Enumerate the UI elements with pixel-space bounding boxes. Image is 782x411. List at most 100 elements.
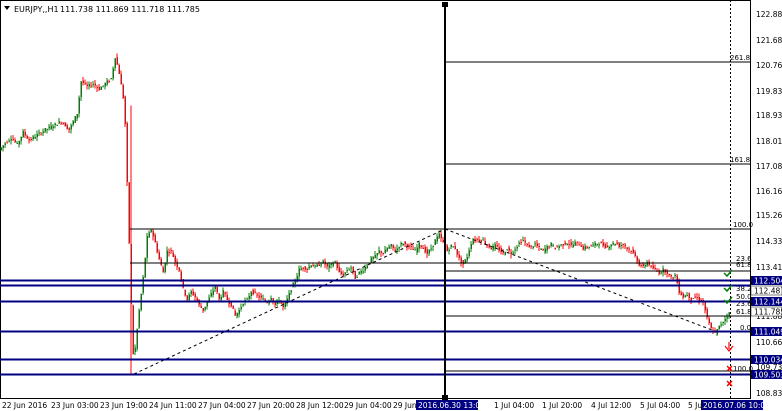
crosshair-handle-top[interactable]	[442, 2, 448, 7]
current-time-badge: 2016.07.06 10:00	[703, 401, 770, 410]
candle-body	[98, 86, 100, 91]
candle-body	[386, 248, 388, 252]
candle-body	[172, 252, 174, 257]
price-badge: 109.503	[754, 371, 782, 380]
candle-body	[362, 271, 364, 273]
candle-body	[162, 267, 164, 273]
candle-body	[58, 121, 60, 124]
price-chart[interactable]: 261.8 161.8 100.0 23.6 61.8 38.2 50.0 23…	[0, 0, 782, 411]
candle-body	[186, 295, 188, 301]
candle-body	[538, 246, 540, 248]
candle-body	[426, 249, 428, 255]
candle-body	[40, 133, 42, 135]
price-label: 108.835	[756, 389, 782, 398]
candle-body	[30, 138, 32, 140]
candle-body	[334, 261, 336, 263]
candle-body	[472, 241, 474, 245]
candle-body	[156, 243, 158, 253]
candle-body	[480, 240, 482, 242]
candle-body	[526, 244, 528, 246]
candle-body	[446, 245, 448, 252]
candle-body	[70, 124, 72, 130]
candle-body	[494, 244, 496, 248]
candle-body	[122, 84, 124, 98]
candle-body	[424, 247, 426, 253]
candle-body	[312, 264, 314, 267]
candle-body	[576, 241, 578, 243]
candle-body	[556, 246, 558, 248]
candle-body	[484, 240, 486, 244]
candle-body	[514, 249, 516, 251]
price-label: 117.085	[756, 162, 782, 171]
price-label: 113.410	[756, 263, 782, 272]
candle-body	[124, 96, 126, 125]
candle-body	[258, 295, 260, 298]
candle-body	[284, 302, 286, 307]
candle-body	[20, 136, 22, 141]
candle-body	[344, 272, 346, 275]
price-badge: 111.049	[754, 328, 782, 337]
candle-body	[652, 265, 654, 269]
time-label: 1 Jul 04:00	[494, 401, 534, 410]
candle-body	[248, 296, 250, 299]
candle-body	[618, 243, 620, 247]
candle-body	[176, 261, 178, 267]
candle-body	[470, 244, 472, 249]
candle-body	[644, 265, 646, 267]
candle-body	[504, 252, 506, 256]
candle-body	[720, 324, 722, 326]
price-badge: 110.034	[754, 356, 782, 365]
candle-body	[234, 311, 236, 316]
candle-body	[414, 249, 416, 251]
crosshair-handle-bottom[interactable]	[442, 395, 448, 400]
time-label: 29 Jun	[393, 401, 417, 410]
candle-body	[288, 292, 290, 300]
candle-body	[212, 290, 214, 295]
candle-body	[160, 258, 162, 266]
candle-body	[4, 143, 6, 146]
candle-body	[408, 245, 410, 247]
candle-body	[178, 267, 180, 271]
candle-body	[290, 290, 292, 293]
candle-body	[112, 68, 114, 79]
candle-body	[150, 229, 152, 233]
candle-body	[540, 249, 542, 251]
candle-body	[174, 255, 176, 263]
candle-body	[598, 244, 600, 246]
candle-body	[24, 131, 26, 136]
candle-body	[402, 243, 404, 245]
candle-body	[390, 244, 392, 247]
candle-body	[118, 65, 120, 74]
candle-body	[28, 139, 30, 141]
candle-body	[50, 125, 52, 129]
candle-body	[350, 267, 352, 269]
time-label: 1 Jul 20:00	[542, 401, 582, 410]
candle-body	[340, 271, 342, 274]
candle-body	[260, 295, 262, 298]
candle-body	[506, 249, 508, 251]
candle-body	[358, 271, 360, 274]
candle-body	[476, 239, 478, 241]
candle-body	[74, 116, 76, 123]
candle-body	[696, 296, 698, 298]
time-axis: 22 Jun 2016 23 Jun 03:00 23 Jun 19:00 24…	[2, 400, 770, 410]
candle-body	[604, 244, 606, 248]
candle-body	[120, 74, 122, 85]
candle-body	[128, 182, 130, 244]
candle-body	[206, 302, 208, 307]
candle-body	[614, 243, 616, 245]
candle-body	[546, 245, 548, 251]
candle-body	[148, 232, 150, 238]
fib-label: 261.8	[730, 54, 750, 62]
candle-body	[270, 298, 272, 301]
candle-body	[562, 244, 564, 246]
candle-body	[108, 80, 110, 82]
price-badge: 111.785	[754, 308, 782, 317]
time-label: 27 Jun 20:00	[247, 401, 295, 410]
candle-body	[194, 293, 196, 298]
candle-body	[620, 245, 622, 247]
candle-body	[398, 246, 400, 249]
candle-body	[434, 239, 436, 246]
candle-body	[670, 274, 672, 277]
candle-body	[134, 347, 136, 353]
